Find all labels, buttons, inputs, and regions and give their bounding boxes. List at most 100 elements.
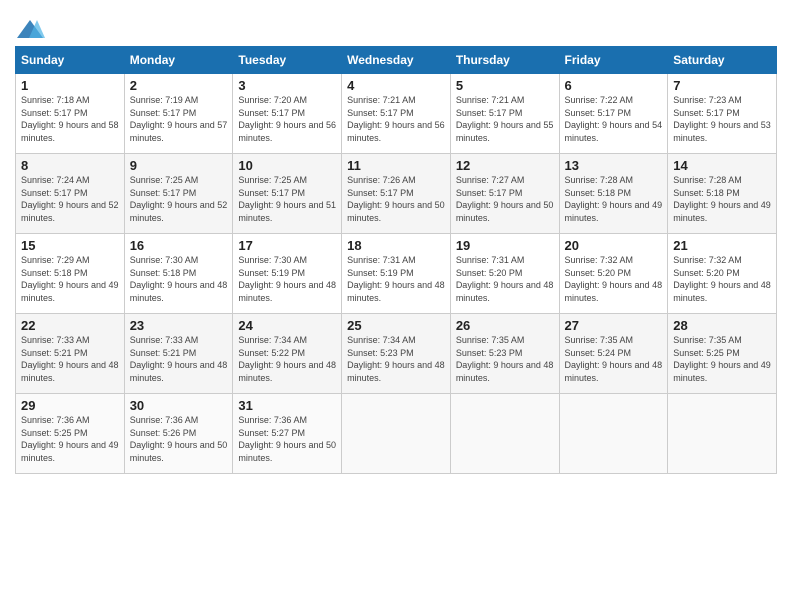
day-number: 30 xyxy=(130,398,228,413)
day-info: Sunrise: 7:22 AM Sunset: 5:17 PM Dayligh… xyxy=(565,94,663,144)
day-number: 20 xyxy=(565,238,663,253)
calendar-table: Sunday Monday Tuesday Wednesday Thursday… xyxy=(15,46,777,474)
day-number: 5 xyxy=(456,78,554,93)
day-number: 17 xyxy=(238,238,336,253)
day-number: 19 xyxy=(456,238,554,253)
calendar-cell: 7Sunrise: 7:23 AM Sunset: 5:17 PM Daylig… xyxy=(668,74,777,154)
day-number: 10 xyxy=(238,158,336,173)
day-number: 28 xyxy=(673,318,771,333)
day-info: Sunrise: 7:26 AM Sunset: 5:17 PM Dayligh… xyxy=(347,174,445,224)
day-info: Sunrise: 7:21 AM Sunset: 5:17 PM Dayligh… xyxy=(347,94,445,144)
day-number: 8 xyxy=(21,158,119,173)
calendar-cell: 1Sunrise: 7:18 AM Sunset: 5:17 PM Daylig… xyxy=(16,74,125,154)
day-info: Sunrise: 7:29 AM Sunset: 5:18 PM Dayligh… xyxy=(21,254,119,304)
day-info: Sunrise: 7:30 AM Sunset: 5:19 PM Dayligh… xyxy=(238,254,336,304)
day-number: 11 xyxy=(347,158,445,173)
day-number: 4 xyxy=(347,78,445,93)
day-info: Sunrise: 7:33 AM Sunset: 5:21 PM Dayligh… xyxy=(130,334,228,384)
header xyxy=(15,10,777,40)
day-info: Sunrise: 7:32 AM Sunset: 5:20 PM Dayligh… xyxy=(673,254,771,304)
day-number: 7 xyxy=(673,78,771,93)
day-info: Sunrise: 7:30 AM Sunset: 5:18 PM Dayligh… xyxy=(130,254,228,304)
day-number: 22 xyxy=(21,318,119,333)
calendar-cell: 9Sunrise: 7:25 AM Sunset: 5:17 PM Daylig… xyxy=(124,154,233,234)
calendar-cell: 24Sunrise: 7:34 AM Sunset: 5:22 PM Dayli… xyxy=(233,314,342,394)
calendar-cell: 26Sunrise: 7:35 AM Sunset: 5:23 PM Dayli… xyxy=(450,314,559,394)
calendar-cell: 15Sunrise: 7:29 AM Sunset: 5:18 PM Dayli… xyxy=(16,234,125,314)
col-thursday: Thursday xyxy=(450,47,559,74)
calendar-cell: 5Sunrise: 7:21 AM Sunset: 5:17 PM Daylig… xyxy=(450,74,559,154)
day-info: Sunrise: 7:36 AM Sunset: 5:27 PM Dayligh… xyxy=(238,414,336,464)
day-info: Sunrise: 7:33 AM Sunset: 5:21 PM Dayligh… xyxy=(21,334,119,384)
calendar-cell: 28Sunrise: 7:35 AM Sunset: 5:25 PM Dayli… xyxy=(668,314,777,394)
day-number: 3 xyxy=(238,78,336,93)
day-number: 13 xyxy=(565,158,663,173)
day-info: Sunrise: 7:31 AM Sunset: 5:20 PM Dayligh… xyxy=(456,254,554,304)
calendar-cell: 14Sunrise: 7:28 AM Sunset: 5:18 PM Dayli… xyxy=(668,154,777,234)
calendar-cell: 18Sunrise: 7:31 AM Sunset: 5:19 PM Dayli… xyxy=(342,234,451,314)
calendar-week-row: 8Sunrise: 7:24 AM Sunset: 5:17 PM Daylig… xyxy=(16,154,777,234)
day-number: 1 xyxy=(21,78,119,93)
calendar-cell: 20Sunrise: 7:32 AM Sunset: 5:20 PM Dayli… xyxy=(559,234,668,314)
day-info: Sunrise: 7:24 AM Sunset: 5:17 PM Dayligh… xyxy=(21,174,119,224)
day-number: 27 xyxy=(565,318,663,333)
calendar-cell xyxy=(342,394,451,474)
calendar-week-row: 1Sunrise: 7:18 AM Sunset: 5:17 PM Daylig… xyxy=(16,74,777,154)
day-info: Sunrise: 7:36 AM Sunset: 5:26 PM Dayligh… xyxy=(130,414,228,464)
day-number: 21 xyxy=(673,238,771,253)
calendar-cell: 13Sunrise: 7:28 AM Sunset: 5:18 PM Dayli… xyxy=(559,154,668,234)
day-number: 6 xyxy=(565,78,663,93)
calendar-cell: 16Sunrise: 7:30 AM Sunset: 5:18 PM Dayli… xyxy=(124,234,233,314)
day-info: Sunrise: 7:35 AM Sunset: 5:25 PM Dayligh… xyxy=(673,334,771,384)
day-number: 15 xyxy=(21,238,119,253)
calendar-cell: 17Sunrise: 7:30 AM Sunset: 5:19 PM Dayli… xyxy=(233,234,342,314)
day-info: Sunrise: 7:18 AM Sunset: 5:17 PM Dayligh… xyxy=(21,94,119,144)
calendar-cell: 11Sunrise: 7:26 AM Sunset: 5:17 PM Dayli… xyxy=(342,154,451,234)
calendar-cell: 4Sunrise: 7:21 AM Sunset: 5:17 PM Daylig… xyxy=(342,74,451,154)
day-number: 14 xyxy=(673,158,771,173)
calendar-week-row: 22Sunrise: 7:33 AM Sunset: 5:21 PM Dayli… xyxy=(16,314,777,394)
calendar-cell: 8Sunrise: 7:24 AM Sunset: 5:17 PM Daylig… xyxy=(16,154,125,234)
day-info: Sunrise: 7:19 AM Sunset: 5:17 PM Dayligh… xyxy=(130,94,228,144)
day-info: Sunrise: 7:25 AM Sunset: 5:17 PM Dayligh… xyxy=(238,174,336,224)
day-number: 18 xyxy=(347,238,445,253)
day-info: Sunrise: 7:28 AM Sunset: 5:18 PM Dayligh… xyxy=(673,174,771,224)
day-number: 2 xyxy=(130,78,228,93)
calendar-cell: 2Sunrise: 7:19 AM Sunset: 5:17 PM Daylig… xyxy=(124,74,233,154)
calendar-cell: 12Sunrise: 7:27 AM Sunset: 5:17 PM Dayli… xyxy=(450,154,559,234)
calendar-cell: 6Sunrise: 7:22 AM Sunset: 5:17 PM Daylig… xyxy=(559,74,668,154)
day-info: Sunrise: 7:27 AM Sunset: 5:17 PM Dayligh… xyxy=(456,174,554,224)
day-number: 29 xyxy=(21,398,119,413)
col-saturday: Saturday xyxy=(668,47,777,74)
calendar-cell: 31Sunrise: 7:36 AM Sunset: 5:27 PM Dayli… xyxy=(233,394,342,474)
calendar-cell: 22Sunrise: 7:33 AM Sunset: 5:21 PM Dayli… xyxy=(16,314,125,394)
calendar-cell: 29Sunrise: 7:36 AM Sunset: 5:25 PM Dayli… xyxy=(16,394,125,474)
calendar-week-row: 29Sunrise: 7:36 AM Sunset: 5:25 PM Dayli… xyxy=(16,394,777,474)
day-info: Sunrise: 7:35 AM Sunset: 5:24 PM Dayligh… xyxy=(565,334,663,384)
day-number: 25 xyxy=(347,318,445,333)
day-info: Sunrise: 7:34 AM Sunset: 5:22 PM Dayligh… xyxy=(238,334,336,384)
day-number: 9 xyxy=(130,158,228,173)
col-sunday: Sunday xyxy=(16,47,125,74)
day-info: Sunrise: 7:34 AM Sunset: 5:23 PM Dayligh… xyxy=(347,334,445,384)
calendar-cell: 19Sunrise: 7:31 AM Sunset: 5:20 PM Dayli… xyxy=(450,234,559,314)
col-tuesday: Tuesday xyxy=(233,47,342,74)
day-info: Sunrise: 7:20 AM Sunset: 5:17 PM Dayligh… xyxy=(238,94,336,144)
day-number: 16 xyxy=(130,238,228,253)
page-wrapper: Sunday Monday Tuesday Wednesday Thursday… xyxy=(15,10,777,474)
col-wednesday: Wednesday xyxy=(342,47,451,74)
day-info: Sunrise: 7:25 AM Sunset: 5:17 PM Dayligh… xyxy=(130,174,228,224)
day-info: Sunrise: 7:36 AM Sunset: 5:25 PM Dayligh… xyxy=(21,414,119,464)
calendar-cell: 10Sunrise: 7:25 AM Sunset: 5:17 PM Dayli… xyxy=(233,154,342,234)
logo xyxy=(15,18,49,40)
day-number: 23 xyxy=(130,318,228,333)
calendar-cell: 25Sunrise: 7:34 AM Sunset: 5:23 PM Dayli… xyxy=(342,314,451,394)
calendar-cell xyxy=(559,394,668,474)
calendar-cell xyxy=(450,394,559,474)
col-monday: Monday xyxy=(124,47,233,74)
day-info: Sunrise: 7:28 AM Sunset: 5:18 PM Dayligh… xyxy=(565,174,663,224)
day-number: 26 xyxy=(456,318,554,333)
day-info: Sunrise: 7:23 AM Sunset: 5:17 PM Dayligh… xyxy=(673,94,771,144)
day-info: Sunrise: 7:32 AM Sunset: 5:20 PM Dayligh… xyxy=(565,254,663,304)
calendar-cell: 3Sunrise: 7:20 AM Sunset: 5:17 PM Daylig… xyxy=(233,74,342,154)
